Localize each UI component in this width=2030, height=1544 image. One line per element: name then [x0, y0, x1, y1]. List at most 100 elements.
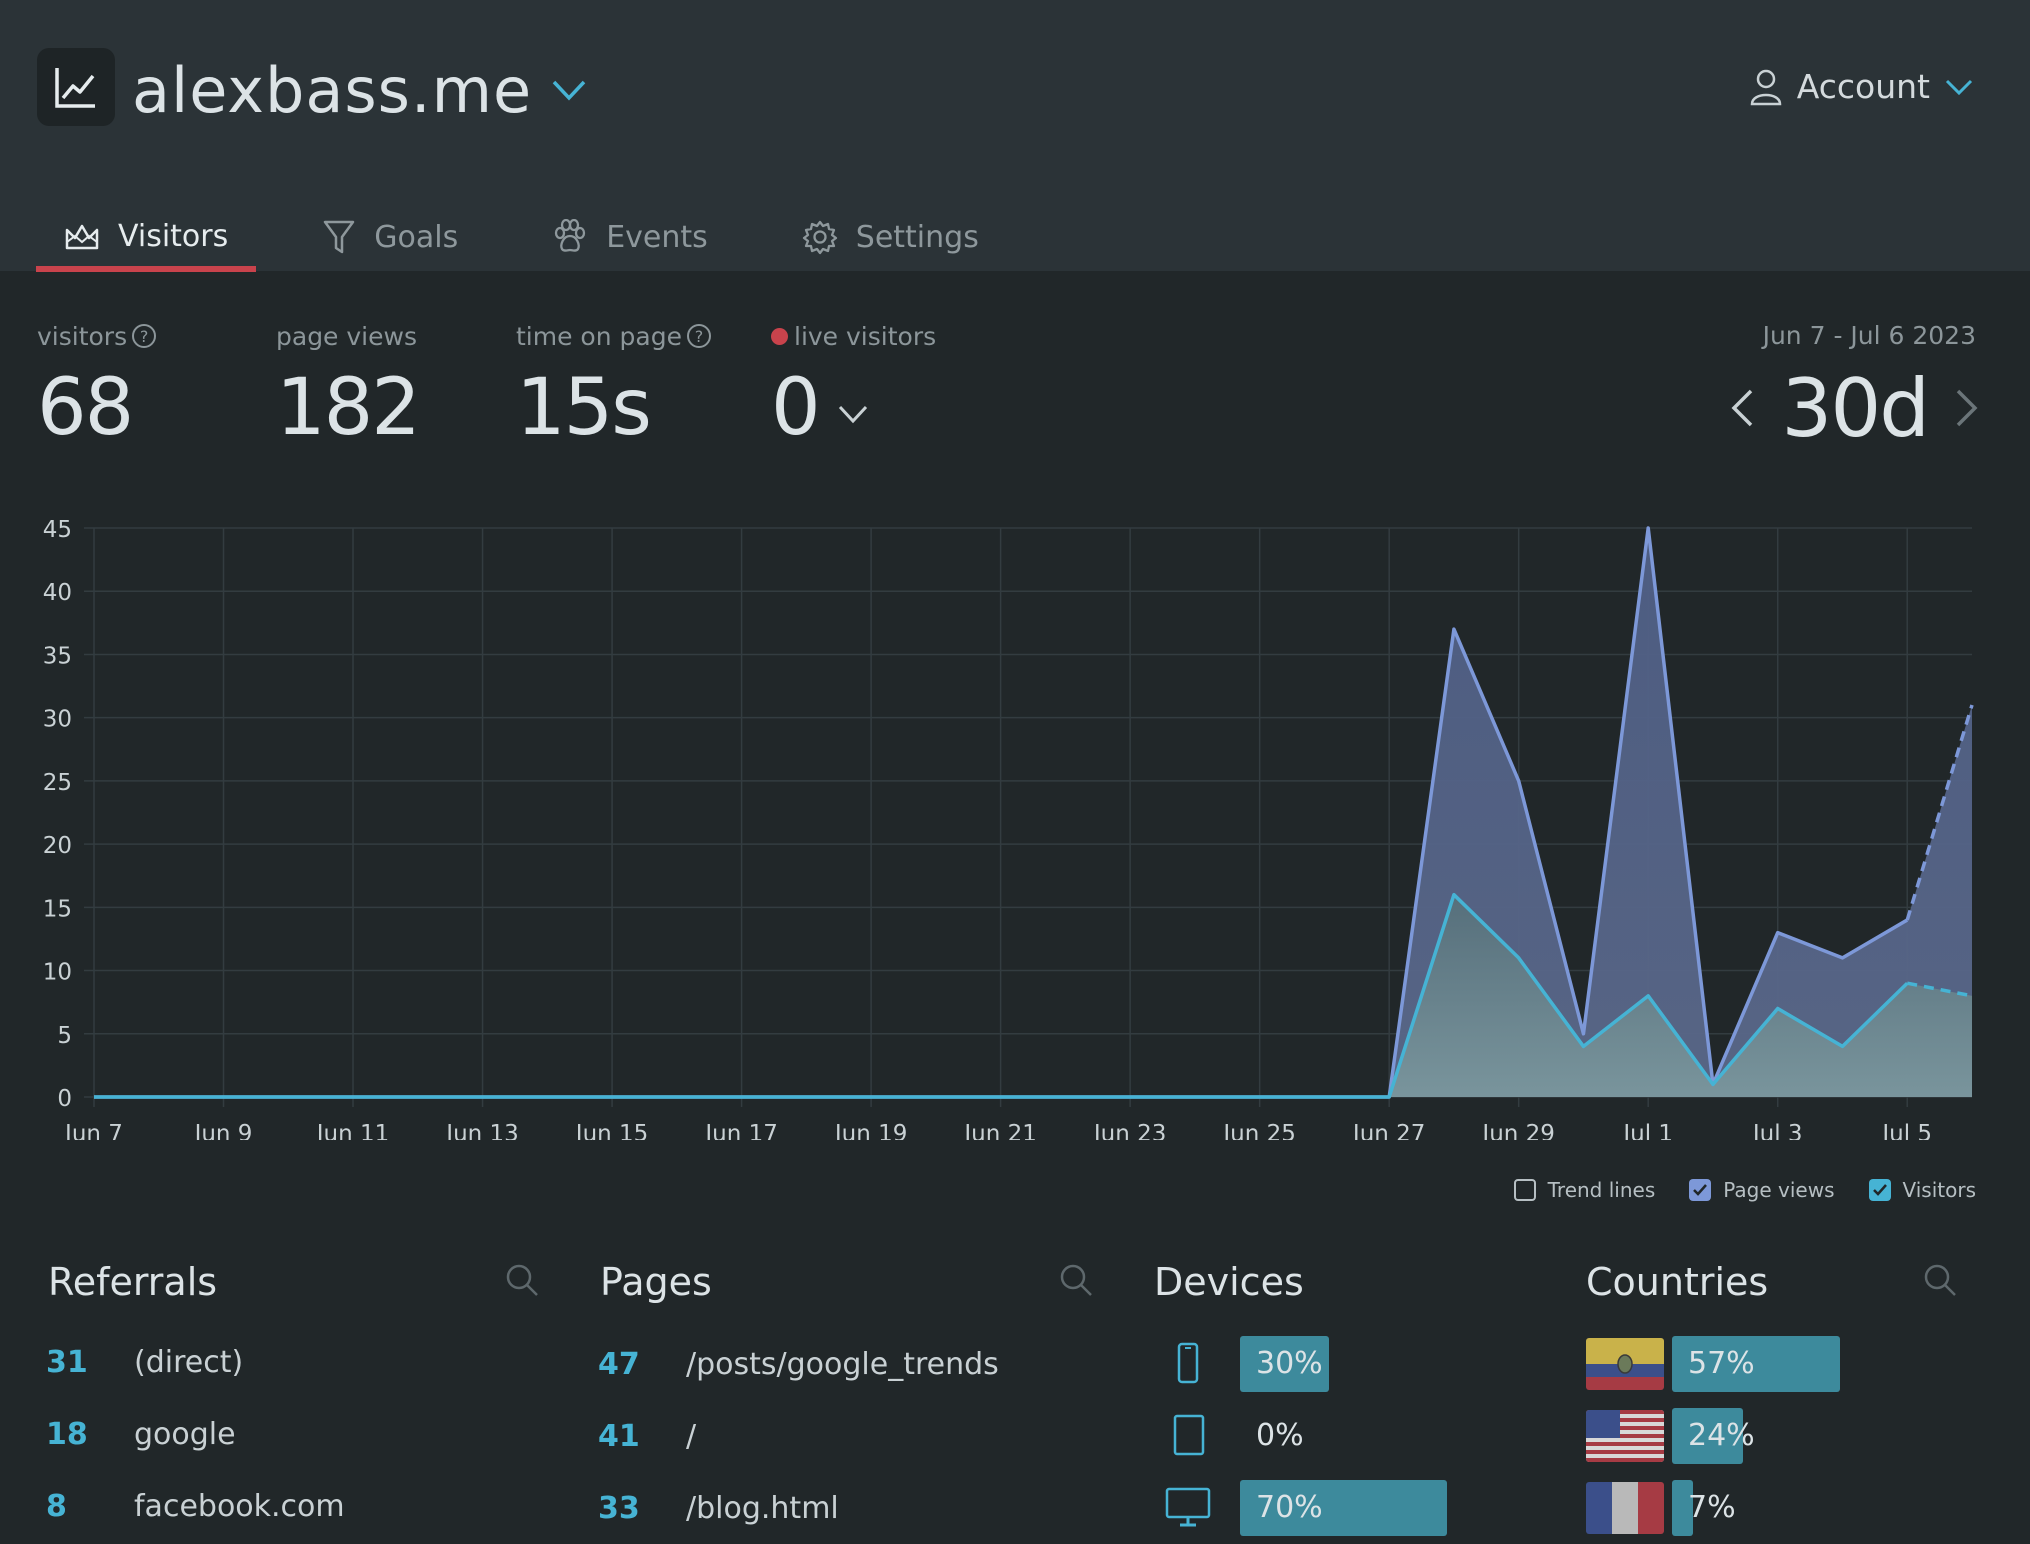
- bar-label: 70%: [1256, 1490, 1323, 1525]
- stat-visitors: visitors? 68: [37, 318, 157, 458]
- tab-label: Visitors: [118, 218, 229, 254]
- x-tick-label: Jun 29: [1480, 1121, 1555, 1140]
- stat-label: page views: [276, 321, 417, 351]
- ecuador-flag-icon: [1586, 1338, 1664, 1390]
- x-tick-label: Jul 3: [1751, 1121, 1803, 1140]
- check-icon: [1872, 1184, 1887, 1196]
- chevron-left-icon[interactable]: [1729, 388, 1755, 428]
- device-bar[interactable]: 70%: [1240, 1480, 1536, 1536]
- row-label: google: [134, 1416, 236, 1452]
- pages-title: Pages: [600, 1260, 712, 1304]
- stat-value: 182: [276, 363, 421, 453]
- chart-legend: Trend lines Page views Visitors: [1480, 1178, 1976, 1202]
- stat-value: 0: [771, 363, 821, 453]
- checkbox[interactable]: [1868, 1179, 1891, 1201]
- y-tick-label: 0: [57, 1086, 72, 1112]
- help-icon[interactable]: ?: [132, 324, 157, 348]
- paw-icon: [555, 219, 586, 252]
- series-area: [94, 528, 1972, 1097]
- legend-trend-lines[interactable]: Trend lines: [1513, 1178, 1655, 1202]
- help-icon[interactable]: ?: [686, 324, 711, 348]
- stat-live-visitors[interactable]: live visitors 0: [771, 318, 936, 458]
- legend-page-views[interactable]: Page views: [1689, 1178, 1835, 1202]
- bar-label: 24%: [1688, 1418, 1755, 1453]
- row-count: 41: [598, 1418, 640, 1454]
- tab-label: Goals: [374, 219, 459, 255]
- x-tick-label: Jun 7: [63, 1121, 123, 1140]
- y-tick-label: 40: [43, 580, 72, 606]
- desktop-icon: [1165, 1487, 1211, 1527]
- tab-goals[interactable]: Goals: [294, 206, 486, 268]
- live-dot: [771, 327, 788, 345]
- legend-label: Page views: [1723, 1178, 1835, 1202]
- chevron-down-icon[interactable]: [837, 404, 869, 424]
- list-item[interactable]: 8 facebook.com: [46, 1478, 345, 1534]
- list-item[interactable]: 33/blog.html: [598, 1480, 839, 1536]
- row-count: 18: [46, 1416, 88, 1452]
- referrals-title: Referrals: [48, 1260, 218, 1304]
- account-label: Account: [1796, 67, 1930, 106]
- y-tick-label: 15: [43, 896, 72, 922]
- search-icon[interactable]: [1058, 1262, 1094, 1298]
- tab-settings[interactable]: Settings: [774, 206, 1007, 268]
- y-tick-label: 5: [57, 1023, 72, 1049]
- site-logo[interactable]: [37, 48, 115, 126]
- chevron-right-icon[interactable]: [1954, 388, 1980, 428]
- account-menu[interactable]: Account: [1749, 64, 1974, 110]
- stat-time-on-page: time on page? 15s: [516, 318, 711, 458]
- device-bar[interactable]: 30%: [1240, 1336, 1536, 1392]
- row-count: 31: [46, 1344, 88, 1380]
- row-count: 47: [598, 1346, 640, 1382]
- y-tick-label: 20: [43, 833, 72, 859]
- list-item[interactable]: 47/posts/google_trends: [598, 1336, 999, 1392]
- bar-label: 0%: [1256, 1418, 1304, 1453]
- x-tick-label: Jun 21: [962, 1121, 1037, 1140]
- list-item[interactable]: 41 /: [598, 1408, 696, 1464]
- range-value[interactable]: 30d: [1781, 362, 1930, 455]
- x-tick-label: Jun 9: [193, 1121, 253, 1140]
- y-tick-label: 30: [43, 707, 72, 733]
- gear-icon: [802, 220, 837, 255]
- search-icon[interactable]: [1922, 1262, 1958, 1298]
- list-item[interactable]: 18 google: [46, 1406, 236, 1462]
- stat-value: 68: [37, 363, 134, 453]
- tab-visitors[interactable]: Visitors: [36, 206, 257, 272]
- y-tick-label: 45: [43, 517, 72, 543]
- bar-label: 7%: [1688, 1490, 1736, 1525]
- y-tick-label: 10: [43, 960, 72, 986]
- search-icon[interactable]: [504, 1262, 540, 1298]
- checkbox[interactable]: [1689, 1179, 1712, 1201]
- tab-events[interactable]: Events: [524, 206, 736, 268]
- x-tick-label: Jun 15: [574, 1121, 649, 1140]
- tab-label: Events: [606, 219, 708, 255]
- nav-tabs: Visitors Goals Events Settings: [36, 206, 1045, 272]
- france-flag-icon: [1586, 1482, 1664, 1534]
- site-name[interactable]: alexbass.me: [132, 48, 532, 134]
- chevron-down-icon[interactable]: [551, 78, 587, 102]
- list-item[interactable]: 31 (direct): [46, 1334, 243, 1390]
- row-label: (direct): [134, 1344, 244, 1380]
- stat-label: live visitors: [794, 321, 937, 351]
- phone-icon: [1177, 1342, 1199, 1384]
- header: alexbass.me Account Visitors Goals Event…: [0, 0, 2030, 272]
- device-bar[interactable]: 0%: [1240, 1408, 1536, 1464]
- legend-label: Visitors: [1902, 1178, 1977, 1202]
- x-tick-label: Jun 11: [315, 1121, 390, 1140]
- country-bar[interactable]: 7%: [1672, 1480, 1967, 1536]
- x-tick-label: Jul 5: [1880, 1121, 1932, 1140]
- country-bar[interactable]: 24%: [1672, 1408, 1967, 1464]
- usa-flag-icon: [1586, 1410, 1664, 1462]
- country-bar[interactable]: 57%: [1672, 1336, 1967, 1392]
- tablet-icon: [1173, 1414, 1205, 1456]
- checkbox[interactable]: [1513, 1179, 1536, 1201]
- funnel-icon: [324, 220, 355, 254]
- stat-label: time on page: [516, 321, 682, 351]
- bar-label: 57%: [1688, 1346, 1755, 1381]
- x-tick-label: Jun 13: [444, 1121, 519, 1140]
- row-label: /posts/google_trends: [686, 1346, 999, 1382]
- legend-visitors[interactable]: Visitors: [1868, 1178, 1977, 1202]
- check-icon: [1693, 1184, 1708, 1196]
- line-chart-icon: [55, 68, 95, 108]
- y-tick-label: 35: [43, 643, 72, 669]
- row-label: /blog.html: [686, 1490, 839, 1526]
